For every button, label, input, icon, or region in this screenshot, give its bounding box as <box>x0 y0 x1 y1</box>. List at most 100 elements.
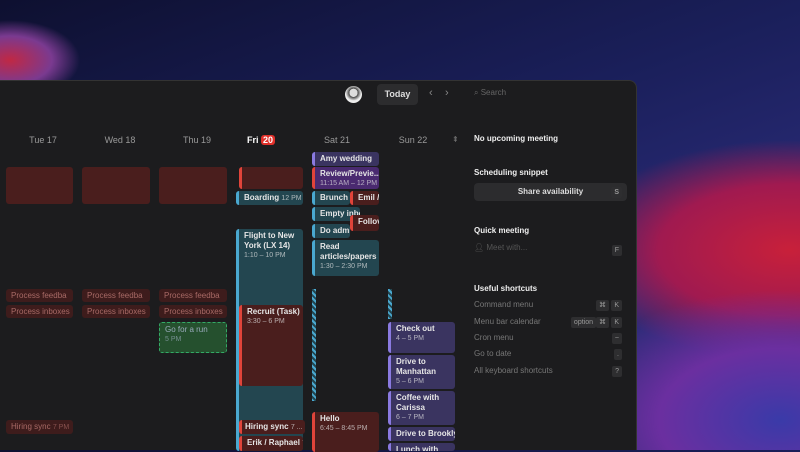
event-time: 7 PM <box>52 424 70 431</box>
event[interactable]: Process feedba <box>6 289 73 302</box>
event-title: Check out <box>396 324 435 333</box>
event[interactable]: Follov <box>350 215 379 231</box>
next-week-button[interactable]: › <box>445 87 449 99</box>
shortcut-label: Go to date <box>474 349 512 358</box>
shortcut-label: Command menu <box>474 300 534 309</box>
event[interactable]: Recruit (Task) 3:30 – 6 PM <box>239 305 303 386</box>
event[interactable]: Hello 6:45 – 8:45 PM <box>312 412 379 452</box>
event-title: Hiring sync <box>11 422 51 431</box>
event[interactable]: Go for a run 5 PM <box>159 322 227 353</box>
event[interactable]: Review/Previe... 11:15 AM – 12 PM <box>312 167 379 189</box>
shortcut-key: . <box>614 349 622 360</box>
event[interactable]: Process inboxes <box>159 305 227 318</box>
shortcut-key: ? <box>612 366 622 377</box>
event-time: 6 – 7 PM <box>396 414 425 421</box>
shortcut-row[interactable]: Go to date. <box>474 349 627 360</box>
event-title: Boarding <box>244 193 280 202</box>
shortcut-key: K <box>611 300 622 311</box>
event-time: 6:45 – 8:45 PM <box>320 425 368 432</box>
shortcut-label: Cron menu <box>474 333 514 342</box>
event-title: Hiring sync <box>245 422 289 431</box>
event-title: Hello <box>320 414 340 423</box>
event-title: Review/Previe... <box>320 169 379 178</box>
event[interactable]: Do admin <box>312 224 350 238</box>
event-time: 7 ... <box>290 424 303 431</box>
shortcut-key: ~ <box>611 333 622 344</box>
day-header[interactable]: Sun 22 <box>378 135 448 145</box>
event[interactable]: Brunch 1 <box>312 191 350 205</box>
next-meeting-label: No upcoming meeting <box>474 134 558 143</box>
event[interactable]: Process feedba <box>82 289 150 302</box>
shortcut-key: option <box>570 317 596 328</box>
event[interactable]: Process inboxes <box>6 305 73 318</box>
event-block[interactable] <box>82 167 150 204</box>
shortcut-key: ⌘ <box>596 317 609 328</box>
meet-with-input[interactable]: 👤︎ Meet with... F <box>474 243 627 259</box>
event[interactable]: Read articles/papers 1:30 – 2:30 PM <box>312 240 379 276</box>
search-icon: ⌕ <box>474 88 479 97</box>
event-time: 1:10 – 10 PM <box>244 252 286 259</box>
day-header[interactable]: Wed 18 <box>85 135 155 145</box>
section-title: Scheduling snippet <box>474 168 548 177</box>
shortcut-row[interactable]: Cron menu ~ <box>474 333 627 344</box>
event-block[interactable] <box>239 167 303 189</box>
event[interactable]: Drive to Manhattan 5 – 6 PM <box>388 355 455 389</box>
event-block[interactable] <box>6 167 73 204</box>
today-badge: 20 <box>261 135 276 145</box>
avatar[interactable] <box>345 86 362 103</box>
shortcut-label: Menu bar calendar <box>474 317 541 326</box>
calendar-window: Today ‹ › ⌕ Search Tue 17 Wed 18 Thu 19 … <box>0 80 637 452</box>
share-label: Share availability <box>517 187 584 196</box>
event-title: Erik / Raphael <box>247 438 300 447</box>
section-title: Quick meeting <box>474 226 530 235</box>
today-button[interactable]: Today <box>377 84 418 105</box>
event[interactable]: Hiring sync 7 PM <box>6 420 73 434</box>
search-input[interactable]: ⌕ Search <box>474 88 506 98</box>
day-label: Fri <box>246 135 259 145</box>
event-time: 3:30 – 6 PM <box>247 318 285 325</box>
section-title: Useful shortcuts <box>474 284 538 293</box>
shortcut-row[interactable]: All keyboard shortcuts? <box>474 366 627 377</box>
event[interactable]: Drive to Brookly <box>388 427 455 441</box>
event-time: 1:30 – 2:30 PM <box>320 263 368 270</box>
shortcut-key: ⌘ <box>596 300 609 311</box>
event[interactable]: Check out 4 – 5 PM <box>388 322 455 353</box>
shortcut-key: S <box>611 187 622 198</box>
day-header-today[interactable]: Fri 20 <box>226 135 296 145</box>
travel-stripe <box>312 289 316 401</box>
event-title: Drive to Manhattan <box>396 357 436 376</box>
day-header[interactable]: Sat 21 <box>302 135 372 145</box>
event[interactable]: Boarding 12 PM <box>236 191 303 205</box>
prev-week-button[interactable]: ‹ <box>429 87 433 99</box>
shortcut-row[interactable]: Menu bar calendar option ⌘ K <box>474 317 627 328</box>
event-block[interactable] <box>159 167 227 204</box>
event-time: 5 PM <box>165 336 182 343</box>
event-time: 11:15 AM – 12 PM <box>320 180 378 187</box>
collapse-icon[interactable]: ⇞ <box>452 135 459 144</box>
event-title: Brunch <box>320 193 348 202</box>
day-header[interactable]: Thu 19 <box>162 135 232 145</box>
event-time: 4 – 5 PM <box>396 335 425 342</box>
event[interactable]: Erik / Raphael 7 <box>239 436 303 451</box>
person-icon: 👤︎ <box>474 243 485 252</box>
event-title: Go for a run <box>165 325 208 334</box>
event[interactable]: Hiring sync 7 ... <box>239 420 305 434</box>
shortcut-label: All keyboard shortcuts <box>474 366 553 375</box>
shortcut-row[interactable]: Command menu ⌘ K <box>474 300 627 311</box>
event[interactable]: Emil / <box>350 191 379 205</box>
meet-placeholder: Meet with... <box>486 243 528 252</box>
event-title: Read articles/papers <box>320 242 377 261</box>
event-time: 5 – 6 PM <box>396 378 425 385</box>
event[interactable]: Coffee with Carissa 6 – 7 PM <box>388 391 455 425</box>
shortcut-key: F <box>611 245 622 256</box>
travel-stripe <box>388 289 392 319</box>
event-title: Coffee with Carissa <box>396 393 440 412</box>
share-availability-button[interactable]: Share availability S <box>474 183 627 201</box>
day-header[interactable]: Tue 17 <box>8 135 78 145</box>
event[interactable]: Amy wedding <box>312 152 379 166</box>
event[interactable]: Process feedba <box>159 289 227 302</box>
event-title: Recruit (Task) <box>247 307 300 316</box>
event[interactable]: Process inboxes <box>82 305 150 318</box>
search-placeholder: Search <box>480 88 507 97</box>
event-title: Flight to New York (LX 14) <box>244 231 295 250</box>
